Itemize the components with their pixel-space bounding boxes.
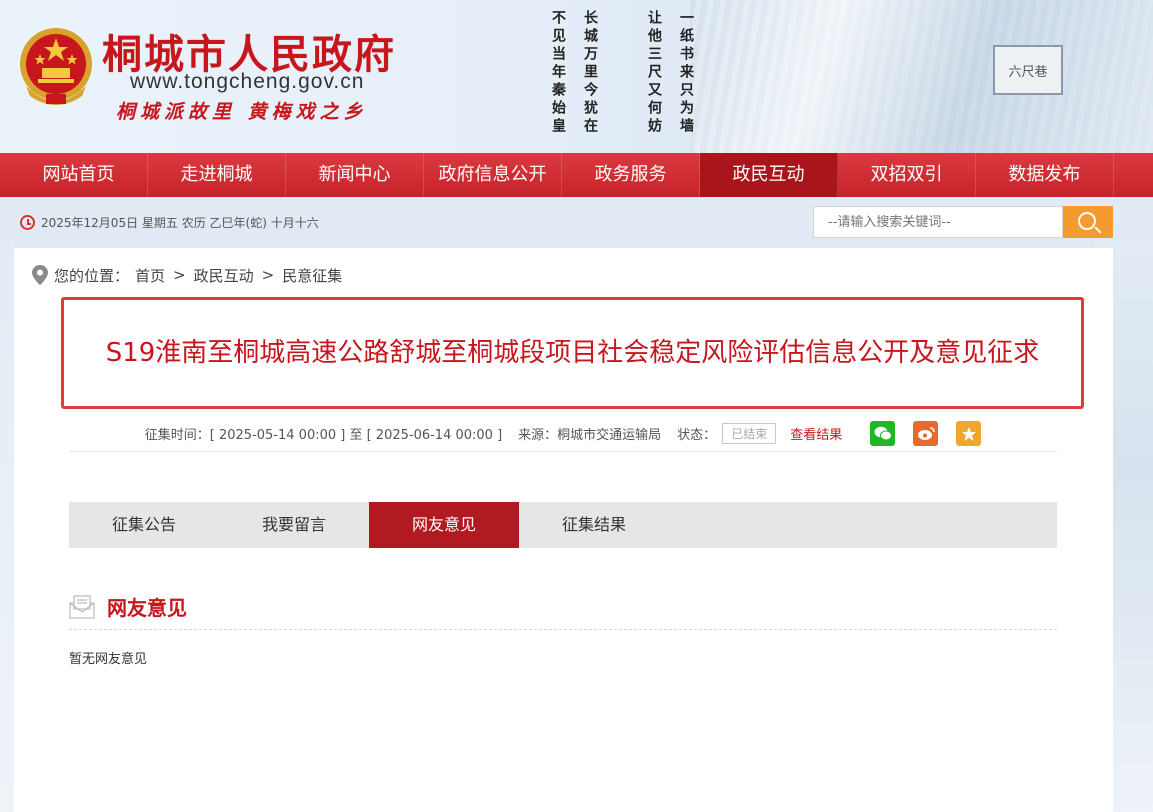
favorite-icon[interactable] (956, 421, 982, 446)
tab-results[interactable]: 征集结果 (519, 502, 669, 548)
status-label: 状态： (677, 428, 717, 443)
tab-user-opinions[interactable]: 网友意见 (369, 502, 519, 548)
tab-announcement[interactable]: 征集公告 (69, 502, 219, 548)
national-emblem-icon (20, 28, 92, 105)
view-result-link[interactable]: 查看结果 (790, 424, 842, 443)
breadcrumb: 您的位置： 首页 > 政民互动 > 民意征集 (32, 262, 342, 288)
article-title: S19淮南至桐城高速公路舒城至桐城段项目社会稳定风险评估信息公开及意见征求 (105, 338, 1040, 368)
date-bar: 2025年12月05日 星期五 农历 乙巳年(蛇) 十月十六 (20, 208, 319, 236)
header-scenery-image (690, 0, 1153, 153)
nav-item-about-tongcheng[interactable]: 走进桐城 (148, 153, 286, 197)
site-url: www.tongcheng.gov.cn (130, 70, 365, 93)
envelope-icon (69, 594, 95, 619)
section-title: 网友意见 (107, 596, 187, 620)
wechat-icon[interactable] (870, 421, 896, 446)
breadcrumb-home[interactable]: 首页 (135, 265, 165, 286)
breadcrumb-interaction[interactable]: 政民互动 (194, 265, 254, 286)
background-left-decoration (0, 240, 14, 812)
nav-item-gov-info[interactable]: 政府信息公开 (424, 153, 562, 197)
opinion-tabs: 征集公告 我要留言 网友意见 征集结果 (69, 502, 1057, 548)
nav-item-data[interactable]: 数据发布 (976, 153, 1114, 197)
search-button[interactable] (1063, 206, 1113, 238)
nav-item-investment[interactable]: 双招双引 (838, 153, 976, 197)
clock-icon (20, 214, 35, 230)
poem-column-4: 不见当年秦始皇 (550, 10, 566, 136)
search-icon (1078, 212, 1096, 230)
nav-item-services[interactable]: 政务服务 (562, 153, 700, 197)
article-title-box: S19淮南至桐城高速公路舒城至桐城段项目社会稳定风险评估信息公开及意见征求 (61, 297, 1084, 409)
poem-column-3: 长城万里今犹在 (582, 10, 598, 136)
section-header: 网友意见 (69, 584, 1057, 630)
location-pin-icon (32, 265, 48, 285)
search-input[interactable] (813, 206, 1063, 238)
article-meta: 征集时间：[ 2025-05-14 00:00 ] 至 [ 2025-06-14… (69, 416, 1057, 452)
poem-column-2: 让他三尺又何妨 (646, 10, 662, 136)
poem-column-1: 一纸书来只为墙 (678, 10, 694, 136)
site-header: 六尺巷 桐城市人民政府 www.tongcheng.gov.cn 桐城派故里 黄… (0, 0, 1153, 153)
scenery-sign: 六尺巷 (993, 45, 1063, 95)
breadcrumb-opinion-collection[interactable]: 民意征集 (282, 265, 342, 286)
nav-item-interaction[interactable]: 政民互动 (700, 153, 838, 197)
current-date: 2025年12月05日 星期五 农历 乙巳年(蛇) 十月十六 (41, 215, 319, 230)
weibo-icon[interactable] (913, 421, 939, 446)
source-text: 来源：桐城市交通运输局 (518, 428, 662, 443)
site-slogan: 桐城派故里 黄梅戏之乡 (116, 101, 368, 123)
main-content: 您的位置： 首页 > 政民互动 > 民意征集 S19淮南至桐城高速公路舒城至桐城… (14, 248, 1113, 812)
collection-time: 征集时间：[ 2025-05-14 00:00 ] 至 [ 2025-06-14… (144, 428, 503, 443)
tab-leave-message[interactable]: 我要留言 (219, 502, 369, 548)
nav-item-news[interactable]: 新闻中心 (286, 153, 424, 197)
breadcrumb-separator: > (173, 266, 186, 284)
calligraphy-poem: 一纸书来只为墙 让他三尺又何妨 长城万里今犹在 不见当年秦始皇 (548, 10, 696, 140)
nav-item-home[interactable]: 网站首页 (10, 153, 148, 197)
breadcrumb-separator: > (261, 266, 275, 284)
status-badge: 已结束 (722, 423, 777, 444)
breadcrumb-label: 您的位置： (54, 266, 130, 285)
main-nav: 网站首页 走进桐城 新闻中心 政府信息公开 政务服务 政民互动 双招双引 数据发… (0, 153, 1153, 197)
empty-opinions-text: 暂无网友意见 (69, 652, 148, 667)
